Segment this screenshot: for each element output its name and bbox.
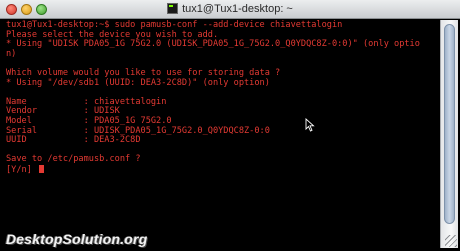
terminal-line: Save to /etc/pamusb.conf ? <box>6 154 141 165</box>
vertical-scrollbar[interactable] <box>440 20 458 248</box>
title-bar[interactable]: tux1@Tux1-desktop: ~ <box>0 0 460 19</box>
window-title: tux1@Tux1-desktop: ~ <box>182 3 293 15</box>
terminal-line: UUID : DEA3-2C8D <box>6 135 141 146</box>
terminal-output[interactable]: tux1@Tux1-desktop:~$ sudo pamusb-conf --… <box>2 20 440 248</box>
window-title-wrap: tux1@Tux1-desktop: ~ <box>0 2 460 17</box>
terminal-icon <box>167 3 179 14</box>
mouse-ibeam-cursor-icon <box>305 118 315 132</box>
terminal-line: * Using "UDISK PDA05_1G 75G2.0 (UDISK_PD… <box>6 39 420 50</box>
terminal-window: tux1@Tux1-desktop: ~ tux1@Tux1-desktop:~… <box>0 0 460 251</box>
watermark: DesktopSolution.org <box>6 231 148 247</box>
resize-grip-icon[interactable] <box>445 235 457 247</box>
terminal-prompt-line[interactable]: [Y/n] <box>6 164 440 175</box>
prompt-text: [Y/n] <box>6 164 38 175</box>
terminal-line: n) <box>6 48 17 59</box>
scrollbar-thumb[interactable] <box>444 24 455 224</box>
terminal-line: * Using "/dev/sdb1 (UUID: DEA3-2C8D)" (o… <box>6 77 270 88</box>
text-cursor <box>39 164 45 173</box>
